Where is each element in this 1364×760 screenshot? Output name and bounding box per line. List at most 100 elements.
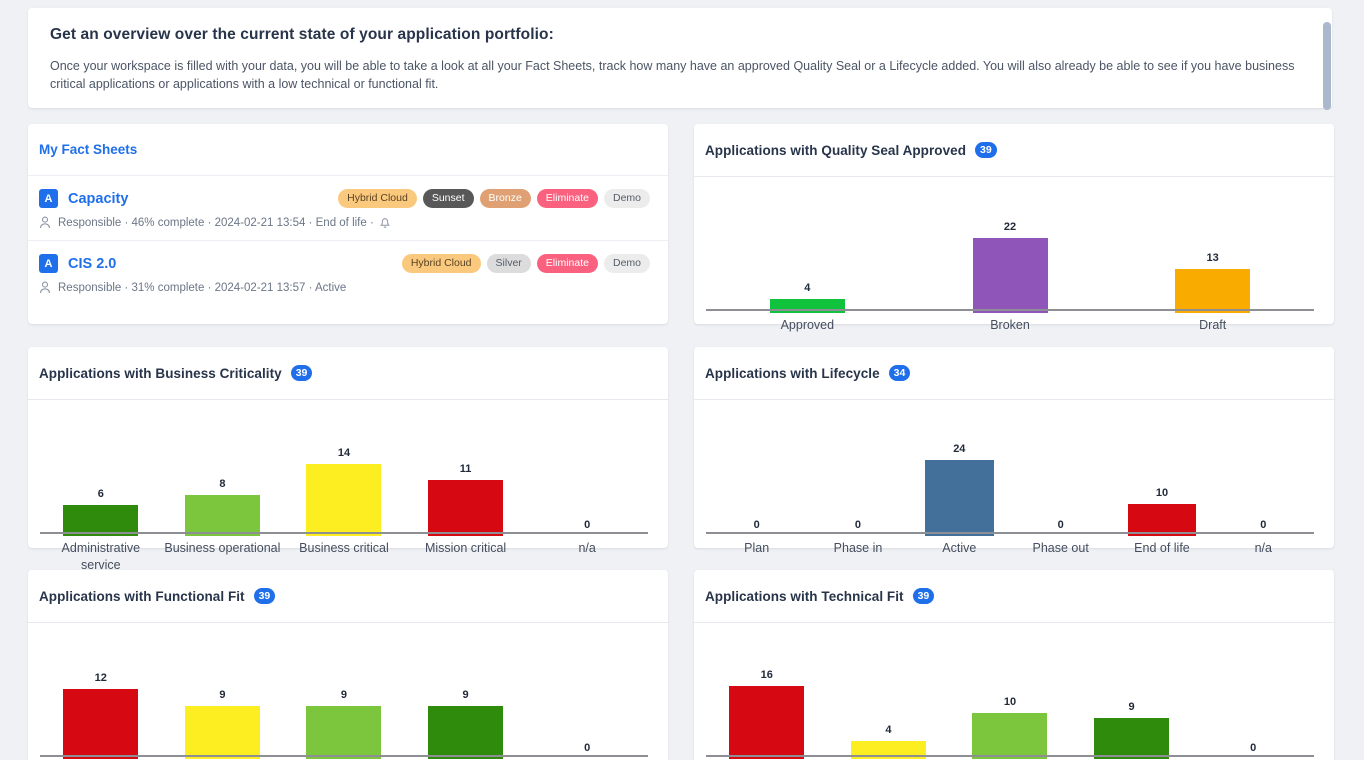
lifecycle-chart: 0 0 24 0 10 0 Plan Phase in Active Phase out End o… [694,428,1334,555]
bar-rectangle[interactable] [1175,269,1251,313]
bar-rectangle[interactable] [306,706,382,759]
chart-plot-area: 4 22 13 Approved Broken Draft [706,205,1314,332]
x-axis-tick-label: Administrative service [61,541,141,572]
my-fact-sheets-card: My Fact Sheets A Capacity Hybrid Cloud S… [28,124,668,324]
chart-bar[interactable]: 22 [909,221,1112,313]
bar-rectangle[interactable] [729,686,805,759]
fact-sheets-title[interactable]: My Fact Sheets [39,142,137,157]
chart-bar[interactable]: 24 [909,443,1010,536]
chart-bar[interactable]: 9 [162,689,284,759]
x-axis-tick-label: End of life [1134,541,1190,555]
technical-fit-chart: 1641090InappropriateUnreasonableAdequate… [694,651,1334,759]
chart-bar[interactable]: 9 [405,689,527,759]
count-badge: 34 [888,365,911,381]
business-criticality-chart: 6 8 14 11 0 Administrative service Business op… [28,428,668,572]
bar-value-label: 0 [1057,519,1064,531]
chart-bar[interactable]: 16 [706,669,828,759]
tag-silver[interactable]: Silver [486,254,531,273]
bar-value-label: 0 [854,519,862,531]
bar-rectangle[interactable] [972,713,1048,759]
bar-rectangle[interactable] [428,706,504,759]
chart-bar[interactable]: 13 [1111,252,1314,313]
bar-rectangle[interactable] [184,495,260,536]
card-title: Applications with Business Criticality [39,365,282,381]
chart-plot-area: 6 8 14 11 0 Administrative service Business op… [40,428,648,572]
fact-sheet-name-link[interactable]: Capacity [68,191,128,207]
tag-bronze[interactable]: Bronze [479,189,531,208]
fact-sheet-meta-text: Responsible · 46% complete · 2024-02-21 … [58,216,374,229]
tag-hybrid-cloud[interactable]: Hybrid Cloud [401,254,481,273]
chart-axis-line [706,532,1314,534]
overview-banner: Get an overview over the current state o… [28,8,1332,110]
fact-sheet-tag-list: Hybrid Cloud Sunset Bronze Eliminate Dem… [338,189,650,208]
application-icon: A [39,189,58,208]
bar-rectangle[interactable] [184,706,260,759]
card-header: Applications with Business Criticality 3… [28,347,668,400]
chart-bars: 0 0 24 0 10 0 [706,432,1314,536]
bar-rectangle[interactable] [1094,718,1170,759]
chart-bar[interactable]: 9 [283,689,405,759]
bar-rectangle[interactable] [63,689,139,759]
bar-value-label: 0 [1250,742,1257,754]
bar-value-label: 6 [97,488,104,500]
bar-value-label: 16 [760,669,773,681]
chart-bar[interactable]: 4 [828,724,950,759]
x-axis-tick-label: Business operational [164,541,281,555]
chart-bar[interactable]: 11 [405,463,527,536]
bar-rectangle[interactable] [306,464,382,536]
application-icon: A [39,254,58,273]
fact-sheet-row[interactable]: A CIS 2.0 Hybrid Cloud Silver Eliminate … [28,241,668,305]
card-title: Applications with Lifecycle [705,365,880,381]
x-axis-tick-label: Plan [744,541,770,555]
chart-bar[interactable]: 14 [283,447,405,536]
x-axis-tick-label: Business critical [299,541,389,555]
chart-bar[interactable]: 10 [1111,487,1212,536]
x-axis-tick-label: n/a [578,541,596,555]
business-criticality-card: Applications with Business Criticality 3… [28,347,668,572]
tag-sunset[interactable]: Sunset [422,189,474,208]
chart-bar[interactable]: 9 [1071,701,1193,759]
bar-value-label: 9 [340,689,348,701]
card-title: Applications with Quality Seal Approved [705,142,966,158]
tag-demo[interactable]: Demo [603,189,650,208]
bar-value-label: 8 [219,478,226,490]
fact-sheet-row[interactable]: A Capacity Hybrid Cloud Sunset Bronze El… [28,176,668,241]
bar-value-label: 14 [337,447,351,459]
bar-value-label: 22 [1003,221,1017,233]
chart-x-labels: Approved Broken Draft [706,317,1314,334]
bar-value-label: 13 [1206,252,1219,264]
bar-value-label: 4 [885,724,892,736]
bar-value-label: 0 [1260,519,1267,531]
x-axis-tick-label: Phase in [833,541,883,555]
technical-fit-card: Applications with Technical Fit 39 16 4 10… [694,570,1334,760]
chart-bar[interactable]: 8 [162,478,284,536]
tag-eliminate[interactable]: Eliminate [536,254,598,273]
chart-x-labels: Plan Phase in Active Phase out End of life n/… [706,540,1314,557]
banner-scrollbar-thumb[interactable] [1323,22,1331,110]
count-badge: 39 [290,365,313,381]
bar-value-label: 4 [804,282,811,294]
banner-title: Get an overview over the current state o… [50,26,554,43]
bar-rectangle[interactable] [924,460,994,536]
card-header: Applications with Technical Fit 39 [694,570,1334,623]
chart-bar[interactable]: 6 [40,488,162,536]
tag-hybrid-cloud[interactable]: Hybrid Cloud [338,189,417,208]
bar-value-label: 0 [753,519,760,531]
chart-bar[interactable]: 10 [949,696,1071,759]
x-axis-tick-label: Draft [1199,318,1227,332]
person-icon [39,281,51,294]
x-axis-tick-label: Broken [990,318,1030,332]
card-header: Applications with Lifecycle 34 [694,347,1334,400]
tag-eliminate[interactable]: Eliminate [536,189,598,208]
chart-bar[interactable]: 12 [40,672,162,759]
tag-demo[interactable]: Demo [603,254,650,273]
dashboard-page: Get an overview over the current state o… [0,0,1364,760]
chart-axis-line [706,309,1314,311]
bar-value-label: 11 [459,463,472,475]
bar-rectangle[interactable] [428,480,504,536]
card-header: Applications with Functional Fit 39 [28,570,668,623]
chart-x-labels: Administrative service Business operation… [40,540,648,574]
fact-sheet-name-link[interactable]: CIS 2.0 [68,256,116,272]
bar-rectangle[interactable] [972,238,1048,313]
bar-value-label: 10 [1003,696,1017,708]
